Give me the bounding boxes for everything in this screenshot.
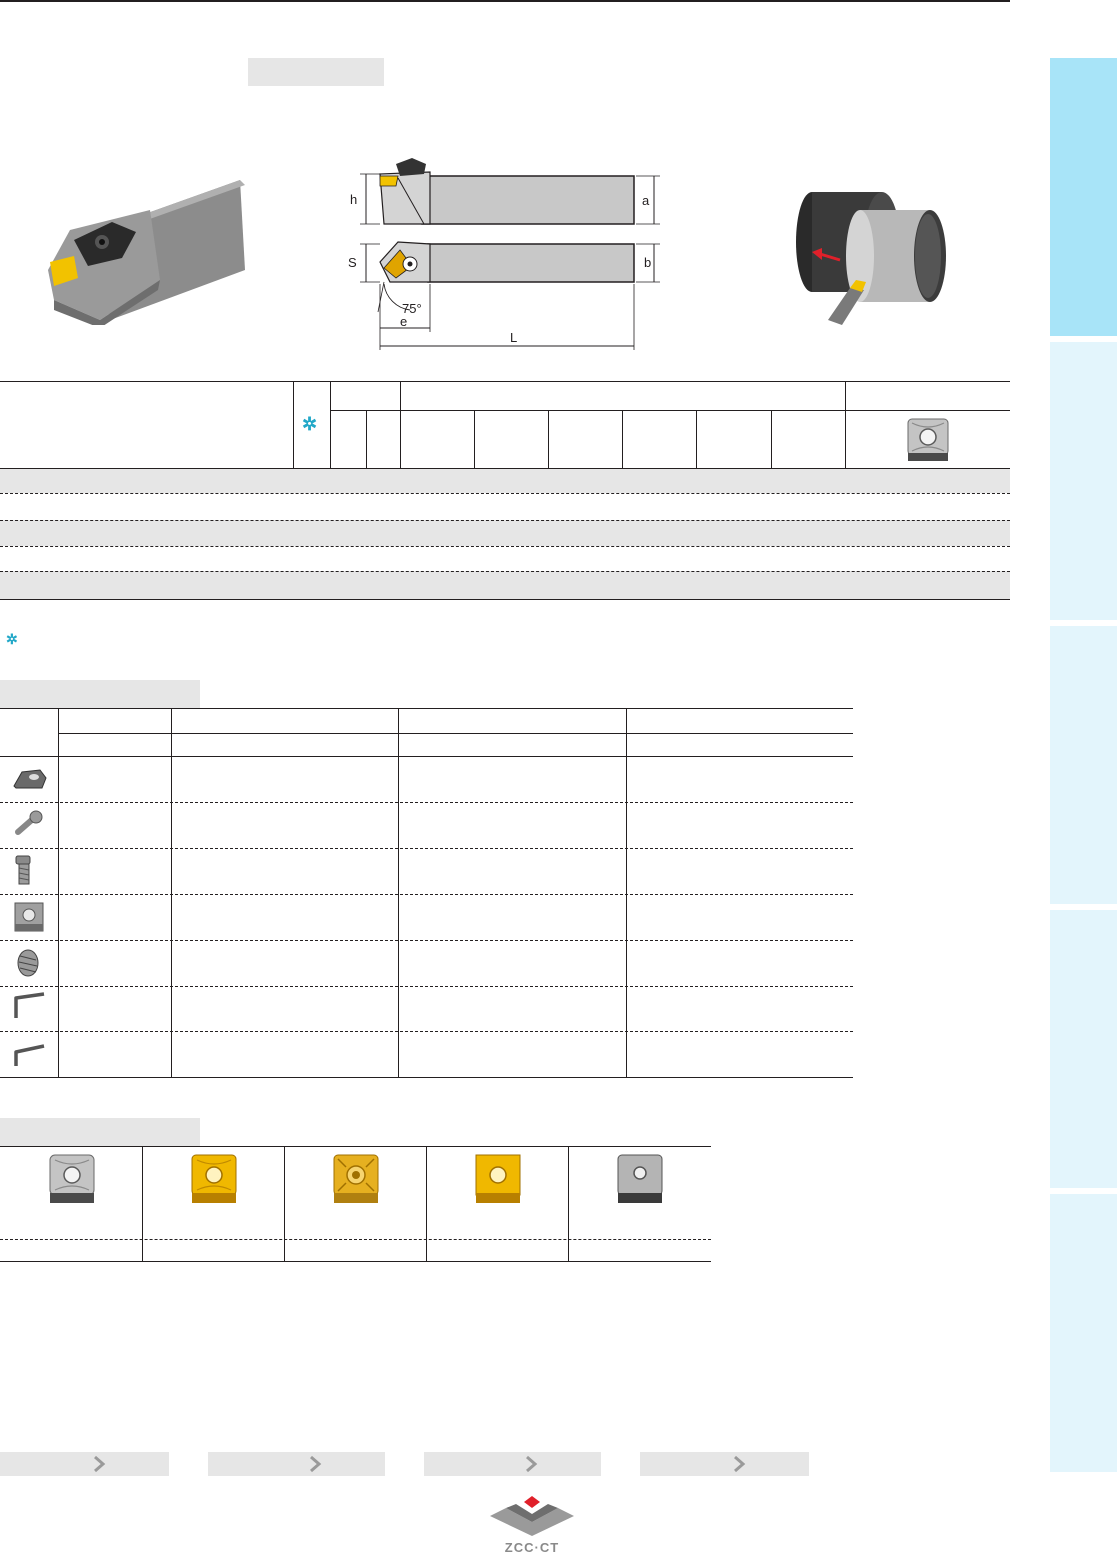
parts-table-bottom-rule — [0, 1077, 853, 1078]
dim-h-label: h — [350, 192, 357, 207]
table-row — [0, 571, 1010, 600]
top-rule — [0, 0, 1010, 2]
main-table-divider — [845, 381, 846, 468]
main-table-divider — [293, 381, 294, 468]
parts-table-divider — [171, 708, 172, 1077]
row-separator — [0, 986, 853, 987]
main-table-divider — [366, 410, 367, 468]
main-table-divider — [474, 410, 475, 468]
row-separator — [0, 1239, 711, 1240]
table-row — [0, 494, 1010, 520]
insert-silver-chipbreaker-icon — [49, 1154, 95, 1203]
chevron-right-icon — [526, 1455, 538, 1473]
table-row — [0, 547, 1010, 571]
inserts-table-top-rule — [0, 1146, 711, 1147]
stock-marker-icon: ✲ — [302, 414, 318, 434]
tool-holder-photo — [48, 180, 245, 325]
clamp-icon — [13, 769, 47, 789]
main-table-divider — [548, 410, 549, 468]
side-tab-5[interactable] — [1050, 1194, 1117, 1472]
row-separator — [0, 894, 853, 895]
row-separator — [0, 802, 853, 803]
parts-table-divider — [58, 708, 59, 1077]
side-tab-3[interactable] — [1050, 626, 1117, 904]
insert-gray-plain-icon — [617, 1154, 663, 1203]
insert-silver-chipbreaker-icon — [907, 418, 949, 461]
dim-a-label: a — [642, 193, 650, 208]
main-table-divider — [400, 381, 401, 468]
insert-gold-pattern-icon — [333, 1154, 379, 1203]
key-icon — [14, 1044, 45, 1066]
side-tab-4[interactable] — [1050, 910, 1117, 1188]
pin-icon — [15, 810, 43, 835]
parts-table-header-bottom-rule — [0, 756, 853, 757]
row-separator — [0, 940, 853, 941]
dim-s-label: S — [348, 255, 357, 270]
shim-icon — [14, 902, 44, 932]
main-table-subheader-rule — [330, 410, 1010, 411]
spring-icon — [17, 949, 39, 977]
main-table-divider — [622, 410, 623, 468]
table-row — [0, 469, 1010, 493]
table-row — [0, 520, 1010, 546]
chevron-right-icon — [310, 1455, 322, 1473]
dim-b-label: b — [644, 255, 651, 270]
application-illustration — [796, 192, 946, 325]
nav-button-2[interactable] — [208, 1452, 385, 1476]
chevron-right-icon — [94, 1455, 106, 1473]
inserts-title-box — [0, 1118, 200, 1146]
inserts-table-divider — [568, 1146, 569, 1261]
key-icon — [14, 992, 45, 1018]
side-tab-2[interactable] — [1050, 342, 1117, 620]
main-table-divider — [696, 410, 697, 468]
parts-table-divider — [626, 708, 627, 1077]
side-tab-1[interactable] — [1050, 58, 1117, 336]
dim-l-label: L — [510, 330, 517, 345]
parts-table-divider — [398, 708, 399, 1077]
main-table-divider — [771, 410, 772, 468]
stock-note-marker-icon: ✲ — [6, 631, 18, 647]
parts-table-header-rule — [58, 733, 853, 734]
nav-button-3[interactable] — [424, 1452, 601, 1476]
insert-gold-chipbreaker-icon — [191, 1154, 237, 1203]
parts-table-top-rule — [0, 708, 853, 709]
svg-text:ZCC·CT: ZCC·CT — [505, 1540, 559, 1554]
row-separator — [0, 848, 853, 849]
dimension-diagram: h a S b 75° e L — [348, 158, 660, 350]
main-table-divider — [330, 381, 331, 468]
screw-icon — [15, 855, 31, 885]
chevron-right-icon — [734, 1455, 746, 1473]
inserts-table-divider — [284, 1146, 285, 1261]
inserts-table-divider — [426, 1146, 427, 1261]
nav-button-4[interactable] — [640, 1452, 809, 1476]
row-separator — [0, 1031, 853, 1032]
inserts-table-bottom-rule — [0, 1261, 711, 1262]
spare-parts-title-box — [0, 680, 200, 708]
company-logo: ZCC·CT — [490, 1496, 574, 1554]
product-title-box — [248, 58, 384, 86]
inserts-table-divider — [142, 1146, 143, 1261]
dim-e-label: e — [400, 314, 407, 329]
nav-button-1[interactable] — [0, 1452, 169, 1476]
insert-gold-plain-icon — [475, 1154, 521, 1203]
main-table-top-rule — [0, 381, 1010, 382]
main-table-bottom-rule — [0, 599, 1010, 600]
